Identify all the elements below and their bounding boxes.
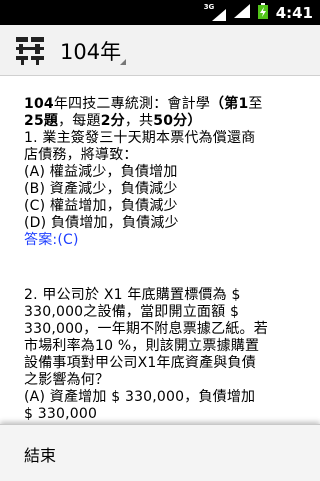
option-d: (D) 負債增加，負債減少 bbox=[24, 215, 179, 231]
points-unit: 分 bbox=[110, 113, 125, 129]
question-1: 1. 業主簽發三十天期本票代為償還商 店債務，將導致： (A) 權益減少，負債增… bbox=[24, 130, 304, 249]
option-a: (A) 權益減少，負債增加 bbox=[24, 164, 178, 180]
action-bar: 104年 bbox=[0, 25, 320, 76]
question-text-line: 2. 甲公司於 X1 年底購置標價為 $ bbox=[24, 287, 241, 303]
exam-header: 104年四技二專統測：會計學（第1至 25題，每題2分，共50分） bbox=[24, 96, 304, 130]
question-text-line: 之影響為何？ bbox=[24, 372, 110, 388]
answer-link[interactable]: 答案:(C) bbox=[24, 232, 304, 249]
option-a-cont: $ 330,000 bbox=[24, 406, 98, 422]
exam-header-line: 104年四技二專統測：會計學（第1至 bbox=[24, 96, 304, 113]
question-text-line: 1. 業主簽發三十天期本票代為償還商 bbox=[24, 130, 256, 146]
option-b: (B) 資產減少，負債減少 bbox=[24, 181, 178, 197]
end-menu-item[interactable]: 結束 bbox=[24, 442, 56, 466]
range-end: 25 bbox=[24, 113, 44, 129]
question-content[interactable]: 104年四技二專統測：會計學（第1至 25題，每題2分，共50分） 1. 業主簽… bbox=[0, 76, 320, 424]
total-points: 50 bbox=[153, 113, 174, 129]
total-label: ，共 bbox=[124, 113, 154, 129]
question-2: 2. 甲公司於 X1 年底購置標價為 $ 330,000之設備，當即開立面額 $… bbox=[24, 287, 304, 423]
option-c: (C) 權益增加，負債減少 bbox=[24, 198, 178, 214]
clock: 4:41 bbox=[275, 3, 313, 22]
total-unit: 分 bbox=[173, 113, 188, 129]
range-unit: 題 bbox=[43, 113, 59, 129]
year-title: 104年 bbox=[60, 40, 122, 64]
question-text-line: 330,000之設備，當即開立面額 $ bbox=[24, 304, 240, 320]
question-text-line: 設備事項對甲公司X1年底資產與負債 bbox=[24, 355, 256, 371]
range-to: 至 bbox=[248, 96, 263, 112]
paren-open: （ bbox=[210, 96, 225, 112]
exam-year: 104 bbox=[24, 96, 54, 112]
question-text-line: 市場利率為10 %，則該開立票據購置 bbox=[24, 338, 260, 354]
spinner-corner-icon bbox=[120, 59, 126, 65]
exam-subject: 年四技二專統測：會計學 bbox=[53, 96, 211, 112]
exam-header-line-2: 25題，每題2分，共50分） bbox=[24, 113, 304, 130]
status-bar: 3G 4:41 bbox=[0, 0, 320, 25]
paren-close: ） bbox=[187, 113, 202, 129]
points-each-label: ，每題 bbox=[58, 113, 101, 129]
range-prefix: 第 bbox=[224, 96, 239, 112]
year-spinner[interactable]: 104年 bbox=[60, 25, 130, 75]
option-a: (A) 資產增加 $ 330,000，負債增加 bbox=[24, 389, 256, 405]
question-text-line: 330,000，一年期不附息票據乙紙。若 bbox=[24, 321, 268, 337]
question-text-line: 店債務，將導致： bbox=[24, 147, 138, 163]
signal-3g-icon: 3G bbox=[204, 3, 226, 22]
battery-charging-icon bbox=[257, 2, 268, 23]
options-menu: 結束 bbox=[0, 424, 320, 481]
range-start: 1 bbox=[238, 96, 249, 112]
points-each: 2 bbox=[100, 113, 111, 129]
cell-signal-icon bbox=[233, 3, 250, 22]
app-logo-icon[interactable] bbox=[14, 34, 46, 66]
